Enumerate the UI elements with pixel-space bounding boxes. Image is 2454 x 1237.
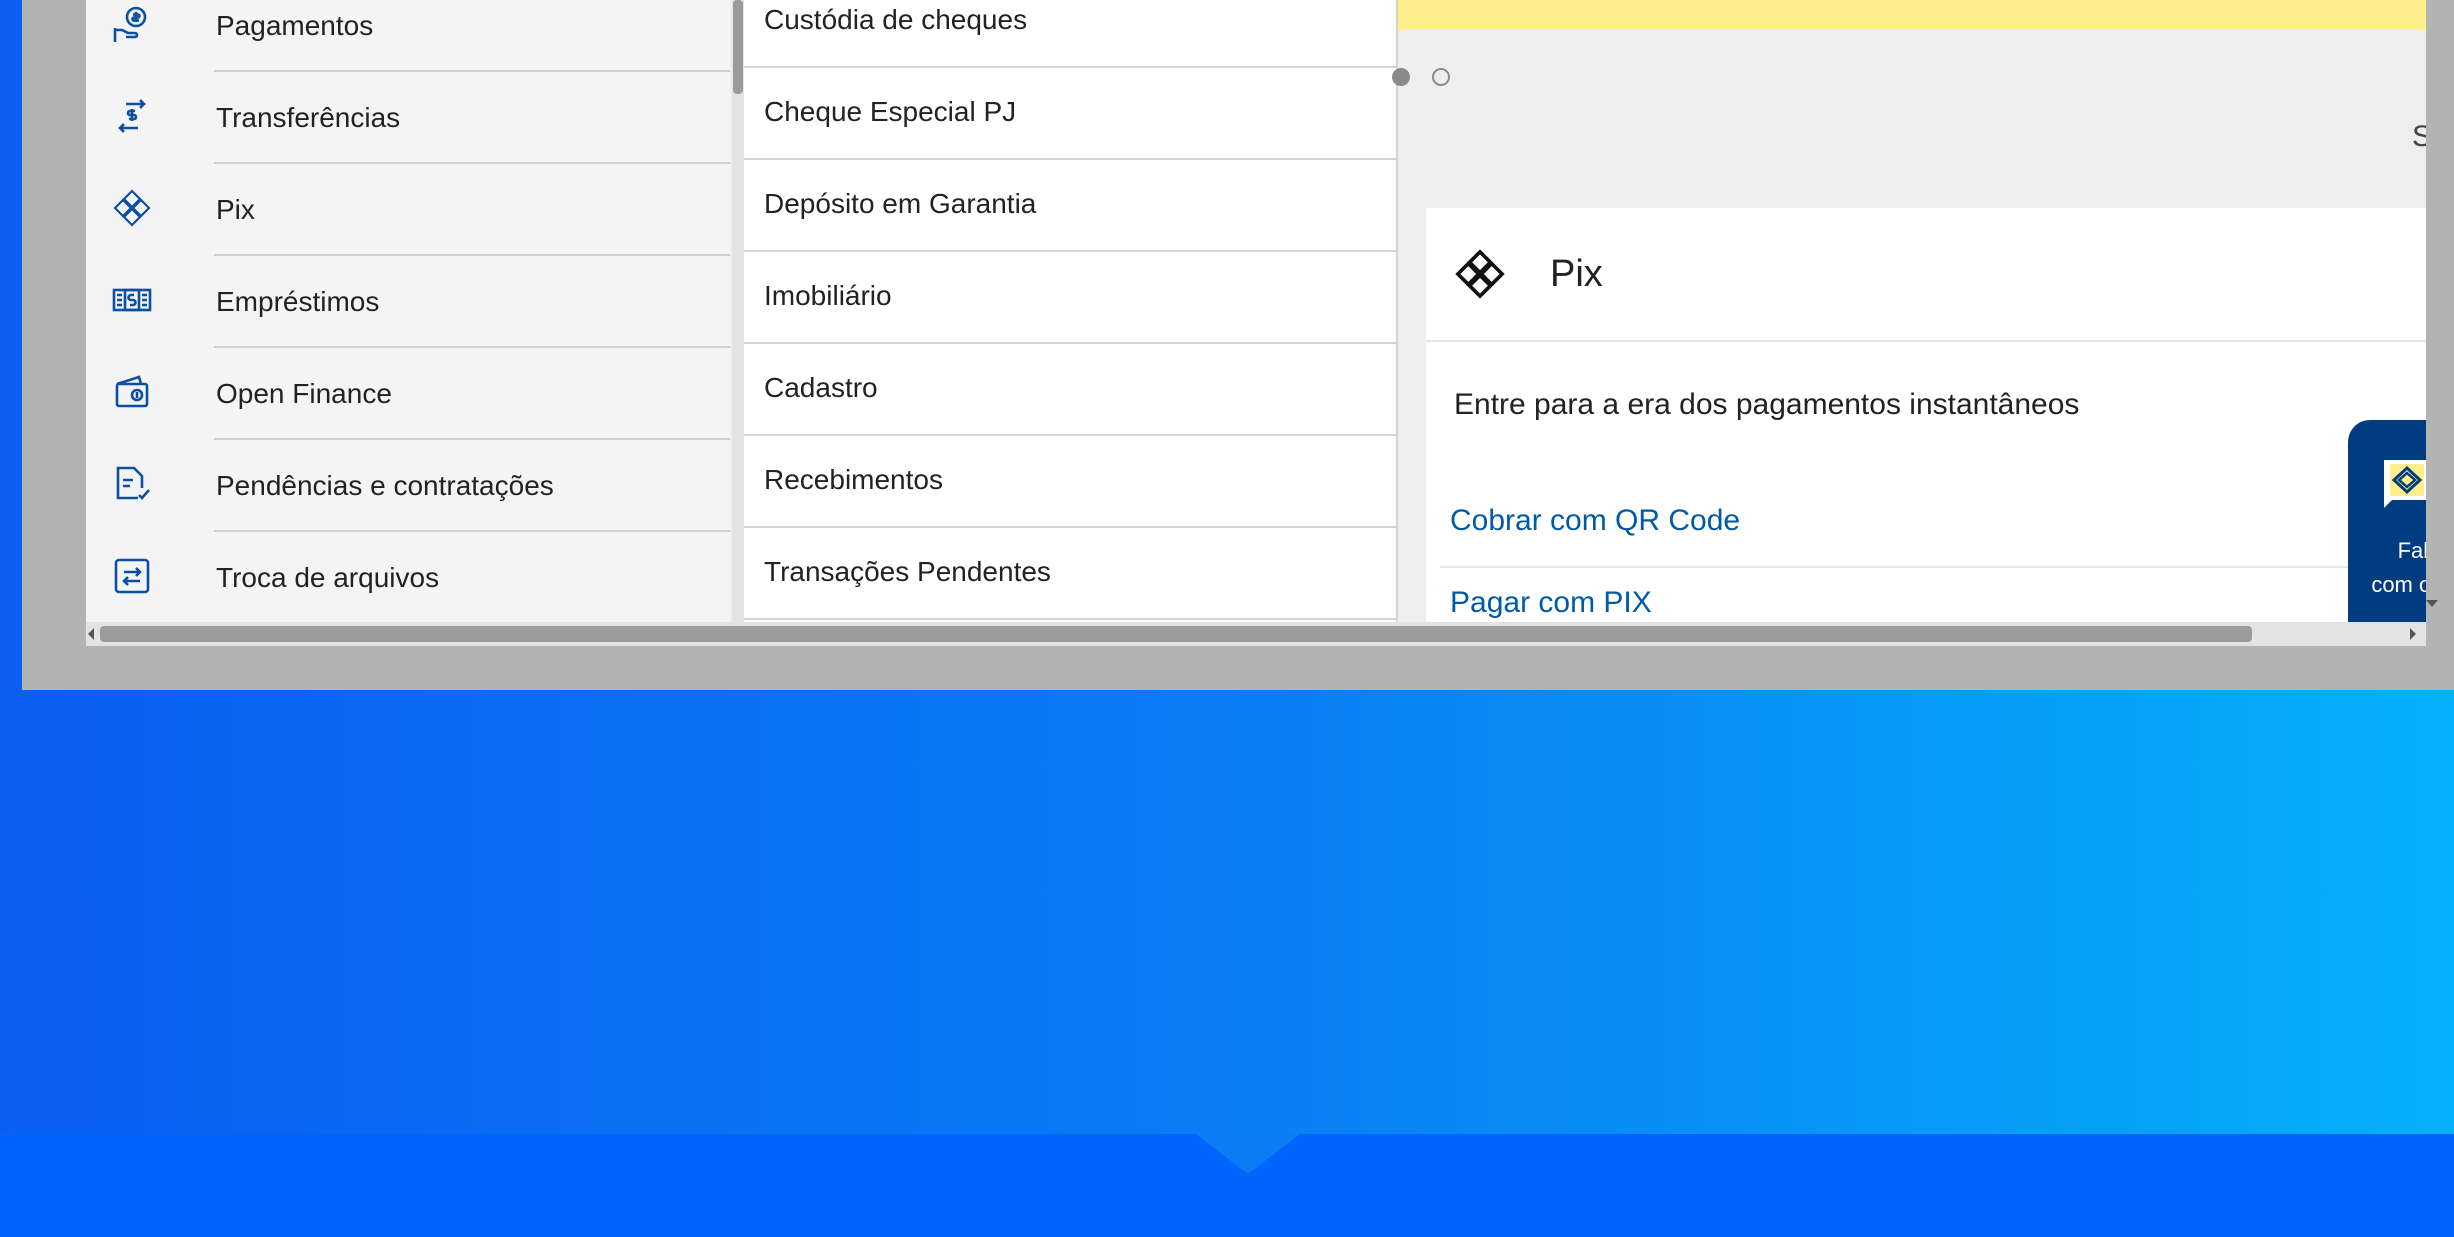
menu-item-label: Troca de arquivos (216, 562, 440, 593)
submenu-item-imobiliario[interactable]: Imobiliário (744, 250, 1396, 344)
fale-com-bb-button[interactable]: Fale com o BB (2348, 420, 2426, 622)
menu-item-label: Pagamentos (216, 10, 374, 41)
scroll-right-arrow-icon[interactable] (2410, 628, 2416, 640)
submenu-item-recebimentos[interactable]: Recebimentos (744, 434, 1396, 528)
menu-item-label: Transferências (216, 102, 401, 133)
scrollbar-thumb[interactable] (100, 626, 2252, 642)
app-window-frame: Pagamentos Transferências Pix Empréstimo… (22, 0, 2454, 690)
menu-vertical-scrollbar[interactable] (732, 0, 744, 622)
submenu-item-label: Cadastro (764, 372, 878, 403)
menu-item-pix[interactable]: Pix (86, 164, 730, 256)
file-exchange-icon (112, 556, 152, 596)
pix-card-header: Pix (1426, 208, 2426, 342)
menu-item-label: Open Finance (216, 378, 392, 409)
cobrar-qr-code-link[interactable]: Cobrar com QR Code (1450, 504, 1740, 538)
menu-item-label: Pix (216, 194, 255, 225)
submenu-item-cadastro[interactable]: Cadastro (744, 342, 1396, 436)
divider (1440, 566, 2426, 568)
pointer-notch (1196, 1134, 1300, 1174)
menu-item-pendencias[interactable]: Pendências e contratações (86, 440, 730, 532)
carousel-dot[interactable] (1432, 68, 1450, 86)
banknotes-icon (112, 280, 152, 320)
menu-item-troca-arquivos[interactable]: Troca de arquivos (86, 532, 730, 622)
submenu-item-label: Imobiliário (764, 280, 892, 311)
submenu-item-label: Cheque Especial PJ (764, 96, 1017, 127)
pix-icon (112, 188, 152, 228)
submenu-item-label: Transações Pendentes (764, 556, 1051, 587)
menu-item-label: Empréstimos (216, 286, 380, 317)
submenu-item-label: Custódia de cheques (764, 4, 1028, 35)
menu-item-label: Pendências e contratações (216, 470, 554, 501)
main-menu: Pagamentos Transferências Pix Empréstimo… (86, 0, 730, 622)
money-hand-icon (112, 4, 152, 44)
horizontal-scrollbar[interactable] (86, 622, 2426, 646)
submenu-item-transacoes-pendentes[interactable]: Transações Pendentes (744, 526, 1396, 620)
truncated-text: S (2412, 120, 2426, 153)
scroll-down-arrow-icon[interactable] (2426, 600, 2438, 607)
pix-card-title: Pix (1550, 253, 1603, 295)
document-check-icon (112, 464, 152, 504)
notice-banner (1398, 0, 2426, 30)
submenu: Custódia de cheques Cheque Especial PJ D… (744, 0, 1398, 622)
wallet-icon (112, 372, 152, 412)
menu-item-pagamentos[interactable]: Pagamentos (86, 0, 730, 72)
app-viewport: Pagamentos Transferências Pix Empréstimo… (86, 0, 2426, 622)
submenu-item-deposito-garantia[interactable]: Depósito em Garantia (744, 158, 1396, 252)
pix-card: Pix Entre para a era dos pagamentos inst… (1426, 208, 2426, 622)
com-o-bb-label: com o BB (2371, 572, 2426, 597)
scrollbar-thumb[interactable] (733, 0, 743, 94)
pix-icon (1454, 248, 1506, 300)
menu-item-emprestimos[interactable]: Empréstimos (86, 256, 730, 348)
pix-card-subtitle: Entre para a era dos pagamentos instantâ… (1454, 388, 2080, 421)
fale-label: Fale (2397, 538, 2426, 563)
submenu-item-cheque-especial[interactable]: Cheque Especial PJ (744, 66, 1396, 160)
menu-item-open-finance[interactable]: Open Finance (86, 348, 730, 440)
submenu-item-label: Depósito em Garantia (764, 188, 1037, 219)
pagar-pix-link[interactable]: Pagar com PIX (1450, 586, 1652, 620)
submenu-item-custodia[interactable]: Custódia de cheques (744, 0, 1396, 68)
chat-bb-logo-icon (2380, 456, 2426, 516)
menu-item-transferencias[interactable]: Transferências (86, 72, 730, 164)
submenu-item-label: Recebimentos (764, 464, 943, 495)
carousel-dot-active[interactable] (1392, 68, 1410, 86)
scroll-left-arrow-icon[interactable] (88, 628, 94, 640)
transfer-arrows-icon (112, 96, 152, 136)
